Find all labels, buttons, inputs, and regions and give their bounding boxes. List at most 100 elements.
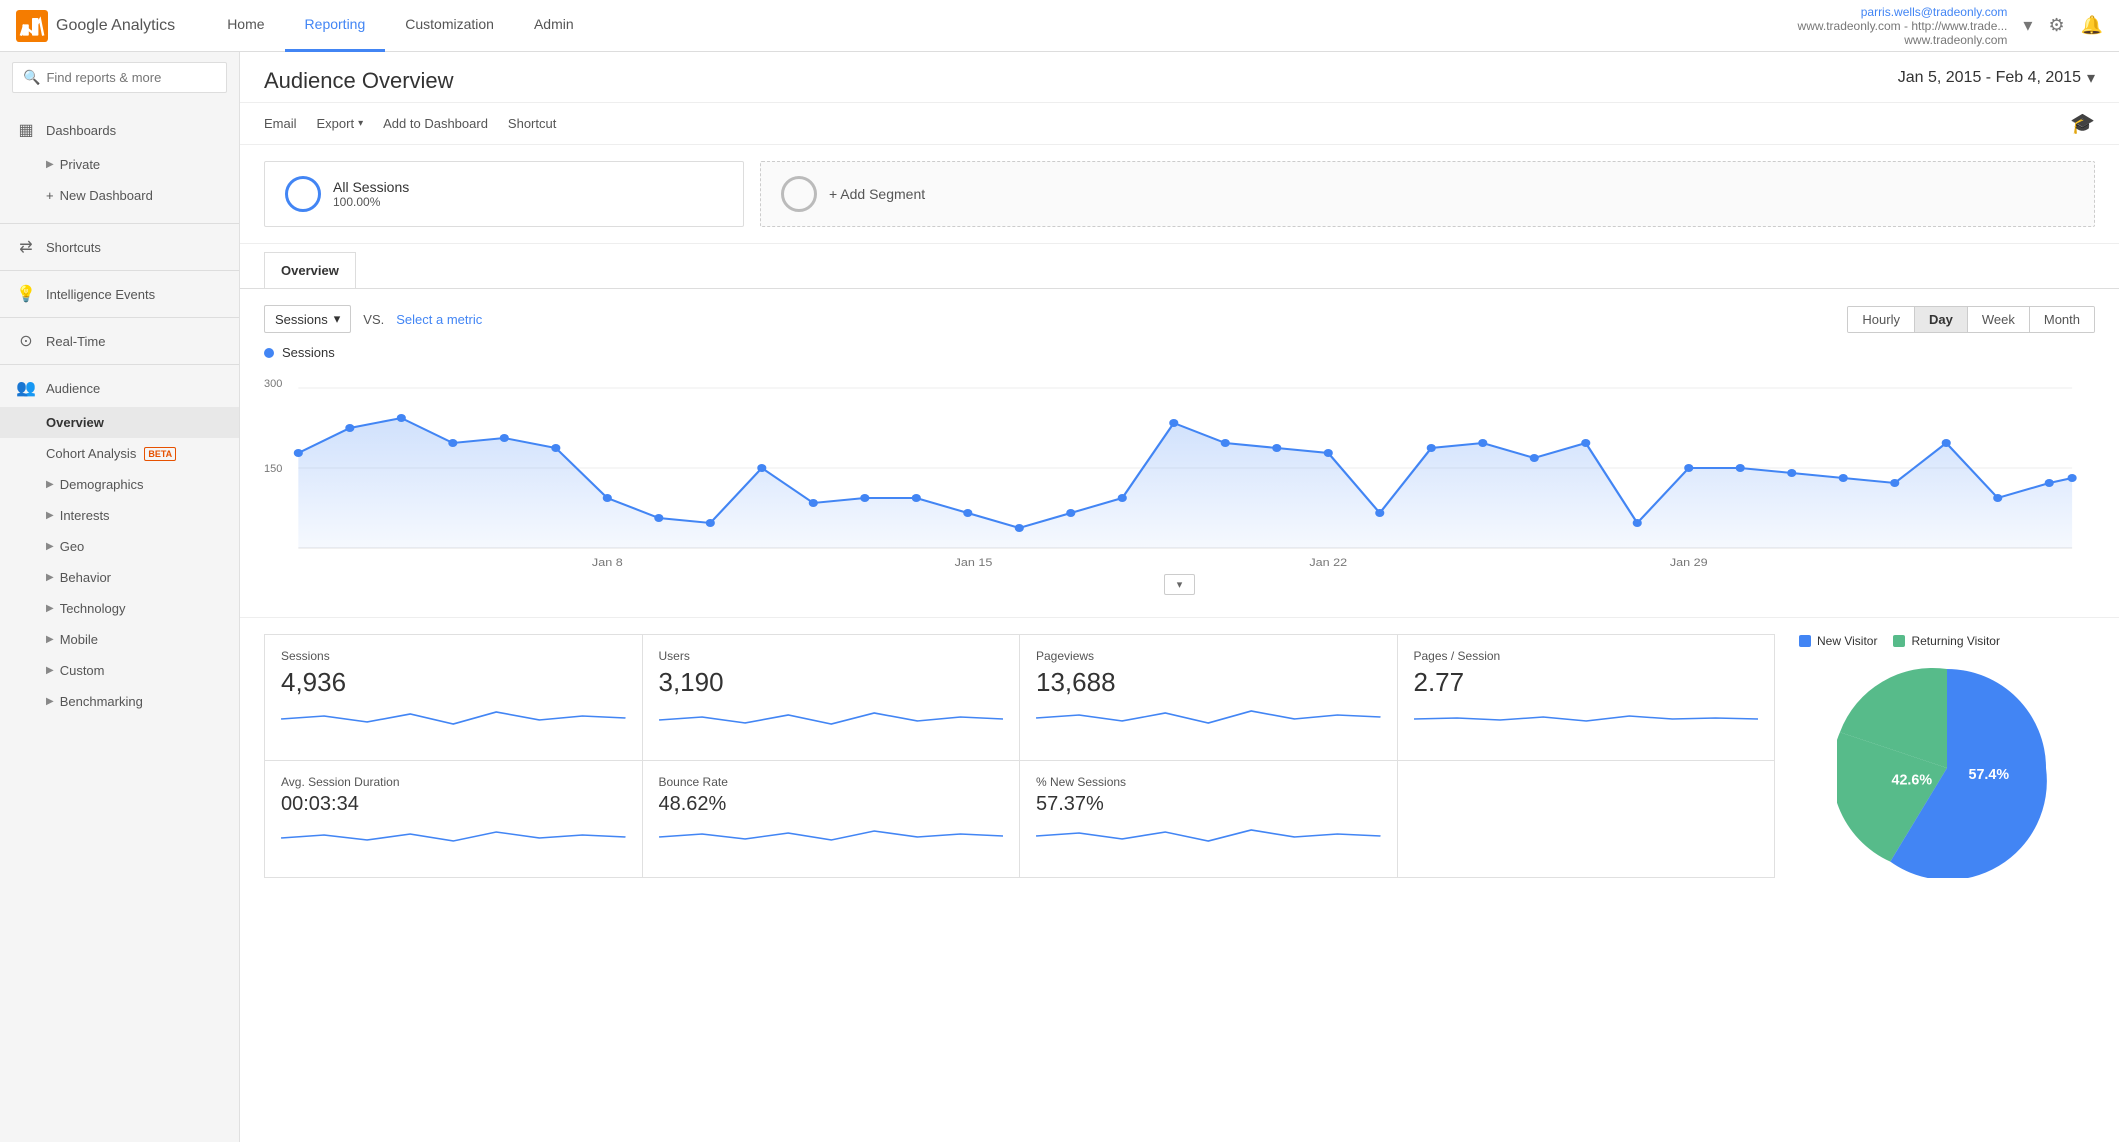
sidebar-divider-1 — [0, 223, 239, 224]
add-to-dashboard-button[interactable]: Add to Dashboard — [383, 112, 488, 135]
sidebar-new-dashboard-text: New Dashboard — [60, 188, 153, 203]
shortcut-button[interactable]: Shortcut — [508, 112, 556, 135]
metric-new-sessions-label: % New Sessions — [1036, 775, 1381, 789]
tab-bar: Overview — [240, 244, 2119, 289]
sidebar-custom-label: Custom — [60, 663, 105, 678]
new-visitor-color — [1799, 635, 1811, 647]
sidebar-item-behavior[interactable]: ▶ Behavior — [0, 562, 239, 593]
action-bar: Email Export ▾ Add to Dashboard Shortcut… — [240, 103, 2119, 145]
metric-pages-session-value: 2.77 — [1414, 667, 1759, 698]
content-header: Audience Overview Jan 5, 2015 - Feb 4, 2… — [240, 52, 2119, 103]
sidebar-item-overview[interactable]: Overview — [0, 407, 239, 438]
sidebar-item-geo[interactable]: ▶ Geo — [0, 531, 239, 562]
beta-badge: BETA — [144, 447, 176, 461]
chevron-benchmarking-icon: ▶ — [46, 696, 54, 707]
sidebar-item-mobile[interactable]: ▶ Mobile — [0, 624, 239, 655]
metrics-section: Sessions 4,936 Users 3,190 — [240, 618, 2119, 894]
chart-collapse-button[interactable]: ▾ — [1164, 574, 1196, 595]
metric-pageviews-value: 13,688 — [1036, 667, 1381, 698]
date-range-label: Jan 5, 2015 - Feb 4, 2015 — [1898, 69, 2081, 87]
user-info[interactable]: parris.wells@tradeonly.com www.tradeonly… — [1798, 5, 2008, 47]
metric-card-sessions: Sessions 4,936 — [265, 635, 643, 761]
metric-users-label: Users — [659, 649, 1004, 663]
tab-overview[interactable]: Overview — [264, 252, 356, 288]
notifications-icon[interactable]: 🔔 — [2081, 15, 2103, 36]
metric-new-sessions-sparkline — [1036, 822, 1381, 852]
shortcuts-icon: ⇄ — [16, 237, 36, 257]
nav-admin[interactable]: Admin — [514, 0, 594, 52]
sidebar-item-shortcuts[interactable]: ⇄ Shortcuts — [0, 228, 239, 266]
page-title: Audience Overview — [264, 68, 454, 94]
pie-section: New Visitor Returning Visitor — [1775, 634, 2095, 878]
dropdown-arrow-icon[interactable]: ▾ — [2023, 15, 2032, 36]
svg-text:Jan 29: Jan 29 — [1670, 556, 1708, 568]
select-metric-link[interactable]: Select a metric — [396, 312, 482, 327]
metric-pages-session-sparkline — [1414, 704, 1759, 734]
chart-collapse-area[interactable]: ▾ — [264, 568, 2095, 601]
time-btn-hourly[interactable]: Hourly — [1848, 307, 1915, 332]
segment-area: All Sessions 100.00% + Add Segment — [240, 145, 2119, 244]
email-button[interactable]: Email — [264, 112, 297, 135]
export-label: Export — [317, 116, 355, 131]
metric-card-empty — [1398, 761, 1776, 878]
search-box[interactable]: 🔍 — [12, 62, 227, 93]
sidebar-item-dashboards[interactable]: ▦ Dashboards — [0, 111, 239, 149]
sidebar-interests-label: Interests — [60, 508, 110, 523]
metric-bounce-rate-sparkline — [659, 822, 1004, 852]
nav-home[interactable]: Home — [207, 0, 284, 52]
sidebar-shortcuts-label: Shortcuts — [46, 240, 101, 255]
sidebar-item-demographics[interactable]: ▶ Demographics — [0, 469, 239, 500]
metric-sessions-sparkline — [281, 704, 626, 734]
pie-legend-returning: Returning Visitor — [1893, 634, 2000, 648]
nav-customization[interactable]: Customization — [385, 0, 514, 52]
sidebar-item-technology[interactable]: ▶ Technology — [0, 593, 239, 624]
main-layout: 🔍 ▦ Dashboards ▶ Private + New Dashboard… — [0, 52, 2119, 1142]
metric-sessions-value: 4,936 — [281, 667, 626, 698]
add-segment-circle — [781, 176, 817, 212]
sidebar-item-benchmarking[interactable]: ▶ Benchmarking — [0, 686, 239, 717]
sidebar-item-custom[interactable]: ▶ Custom — [0, 655, 239, 686]
date-range-picker[interactable]: Jan 5, 2015 - Feb 4, 2015 ▾ — [1898, 68, 2095, 88]
time-btn-day[interactable]: Day — [1915, 307, 1968, 332]
metric-users-value: 3,190 — [659, 667, 1004, 698]
sidebar-item-cohort[interactable]: Cohort Analysis BETA — [0, 438, 239, 469]
time-btn-month[interactable]: Month — [2030, 307, 2094, 332]
time-btn-week[interactable]: Week — [1968, 307, 2030, 332]
sidebar-item-intelligence[interactable]: 💡 Intelligence Events — [0, 275, 239, 313]
metric-dropdown[interactable]: Sessions ▾ — [264, 305, 351, 333]
sidebar-section-dashboards: ▦ Dashboards ▶ Private + New Dashboard — [0, 103, 239, 219]
pie-chart: 42.6% 57.4% — [1837, 658, 2057, 878]
metrics-grid: Sessions 4,936 Users 3,190 — [264, 634, 1775, 878]
metric-bounce-rate-label: Bounce Rate — [659, 775, 1004, 789]
chart-section: Sessions ▾ VS. Select a metric Hourly Da… — [240, 289, 2119, 618]
graduation-cap-icon[interactable]: 🎓 — [2070, 113, 2095, 135]
sidebar-item-realtime[interactable]: ⊙ Real-Time — [0, 322, 239, 360]
sidebar-new-dashboard-label: + — [46, 188, 54, 203]
top-nav: Google Analytics Home Reporting Customiz… — [0, 0, 2119, 52]
user-domain2: www.tradeonly.com — [1798, 33, 2008, 47]
sidebar-realtime-label: Real-Time — [46, 334, 105, 349]
search-icon: 🔍 — [23, 69, 40, 86]
chart-legend: Sessions — [264, 345, 2095, 360]
sidebar-item-new-dashboard[interactable]: + New Dashboard — [0, 180, 239, 211]
add-segment-label: + Add Segment — [829, 186, 925, 202]
user-email: parris.wells@tradeonly.com — [1798, 5, 2008, 19]
nav-reporting[interactable]: Reporting — [285, 0, 386, 52]
svg-text:42.6%: 42.6% — [1892, 773, 1933, 789]
metric-sessions-label: Sessions — [281, 649, 626, 663]
sidebar-audience-label: Audience — [46, 381, 100, 396]
legend-dot-sessions — [264, 348, 274, 358]
settings-icon[interactable]: ⚙ — [2048, 15, 2064, 36]
search-input[interactable] — [46, 70, 216, 85]
add-segment-card[interactable]: + Add Segment — [760, 161, 2095, 227]
sidebar-item-audience[interactable]: 👥 Audience — [0, 369, 239, 407]
sidebar-item-private[interactable]: ▶ Private — [0, 149, 239, 180]
sidebar-technology-label: Technology — [60, 601, 126, 616]
sidebar-behavior-label: Behavior — [60, 570, 111, 585]
sidebar-geo-label: Geo — [60, 539, 85, 554]
sidebar-item-interests[interactable]: ▶ Interests — [0, 500, 239, 531]
svg-text:Jan 8: Jan 8 — [592, 556, 623, 568]
date-range-arrow-icon: ▾ — [2087, 68, 2095, 88]
all-sessions-info: All Sessions 100.00% — [333, 179, 409, 209]
export-button[interactable]: Export ▾ — [317, 112, 364, 135]
